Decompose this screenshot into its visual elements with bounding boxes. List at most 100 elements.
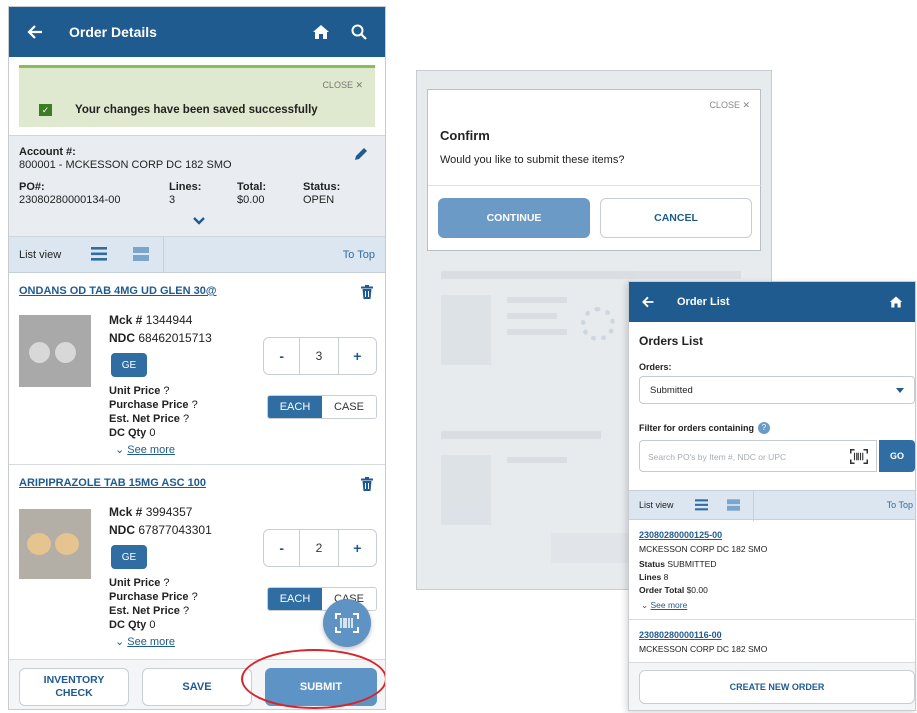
ndc-number: NDC 67877043301 [109, 523, 212, 537]
list-view-bar: List view To Top [629, 490, 915, 521]
lines-label: Lines: [169, 181, 202, 193]
to-top-link[interactable]: To Top [887, 500, 913, 510]
generic-equivalent-button[interactable]: GE [111, 545, 147, 569]
go-button[interactable]: GO [879, 440, 915, 472]
cancel-button[interactable]: CANCEL [600, 198, 752, 238]
home-icon[interactable] [889, 295, 903, 309]
list-view-label: List view [19, 249, 62, 261]
create-order-bar: CREATE NEW ORDER [629, 662, 915, 710]
purchase-price: Purchase Price ? [109, 399, 198, 411]
success-alert: CLOSE ✕ ✓ Your changes have been saved s… [19, 65, 375, 127]
mck-number: Mck # 3994357 [109, 505, 193, 519]
decrement-button[interactable]: - [264, 338, 299, 374]
back-arrow-icon[interactable] [23, 20, 47, 44]
status-value: OPEN [303, 194, 335, 206]
confirm-dialog: CLOSE ✕ Confirm Would you like to submit… [427, 89, 762, 251]
order-list-screen: Order List Orders List Orders: Submitted… [628, 281, 916, 711]
decrement-button[interactable]: - [264, 530, 299, 566]
purchase-price: Purchase Price ? [109, 591, 198, 603]
order-lines: Lines 8 [639, 572, 669, 582]
see-more-link[interactable]: ⌄ See more [115, 635, 175, 648]
account-value: 800001 - MCKESSON CORP DC 182 SMO [19, 159, 232, 171]
total-label: Total: [237, 181, 267, 193]
help-icon[interactable]: ? [758, 422, 771, 434]
mck-number: Mck # 1344944 [109, 313, 193, 327]
order-status: Status SUBMITTED [639, 559, 717, 569]
po-label: PO#: [19, 181, 45, 193]
dc-qty: DC Qty 0 [109, 427, 156, 439]
barcode-icon [335, 613, 359, 633]
edit-pencil-icon[interactable] [353, 146, 369, 162]
quantity-stepper[interactable]: - 2 + [263, 529, 377, 567]
quantity-value[interactable]: 2 [299, 530, 339, 566]
unit-price: Unit Price ? [109, 385, 170, 397]
page-title: Order List [677, 296, 730, 308]
filter-label-row: Filter for orders containing ? [639, 422, 771, 434]
each-toggle[interactable]: EACH [268, 396, 322, 418]
est-net-price: Est. Net Price ? [109, 413, 190, 425]
save-button[interactable]: SAVE [142, 668, 252, 706]
continue-button[interactable]: CONTINUE [438, 198, 590, 238]
order-po-link[interactable]: 23080280000116-00 [639, 630, 722, 640]
ndc-number: NDC 68462015713 [109, 331, 212, 345]
increment-button[interactable]: + [339, 338, 376, 374]
alert-message: Your changes have been saved successfull… [75, 104, 318, 116]
case-toggle[interactable]: CASE [322, 396, 376, 418]
est-net-price: Est. Net Price ? [109, 605, 190, 617]
dialog-close-button[interactable]: CLOSE ✕ [709, 100, 750, 111]
back-arrow-icon[interactable] [641, 295, 655, 309]
barcode-scan-icon[interactable] [850, 449, 868, 464]
unit-price: Unit Price ? [109, 577, 170, 589]
search-icon[interactable] [347, 20, 371, 44]
alert-close-button[interactable]: CLOSE ✕ [322, 80, 363, 91]
dialog-title: Confirm [440, 128, 490, 143]
item-name-link[interactable]: ONDANS OD TAB 4MG UD GLEN 30@ [19, 285, 217, 297]
order-item: ONDANS OD TAB 4MG UD GLEN 30@ Mck # 1344… [9, 275, 385, 465]
dropdown-caret-icon [896, 388, 904, 393]
chevron-down-icon[interactable] [192, 216, 206, 226]
order-account: MCKESSON CORP DC 182 SMO [639, 644, 768, 654]
order-row[interactable]: 23080280000116-00 MCKESSON CORP DC 182 S… [629, 622, 915, 662]
total-value: $0.00 [237, 194, 265, 206]
order-po-link[interactable]: 23080280000125-00 [639, 530, 722, 540]
account-summary: Account #: 800001 - MCKESSON CORP DC 182… [9, 135, 385, 237]
generic-equivalent-button[interactable]: GE [111, 353, 147, 377]
lines-value: 3 [169, 194, 176, 206]
order-list-header: Order List [629, 282, 915, 322]
order-total: Order Total $0.00 [639, 585, 708, 595]
product-image [19, 509, 91, 579]
item-name-link[interactable]: ARIPIPRAZOLE TAB 15MG ASC 100 [19, 477, 206, 489]
see-more-link[interactable]: ⌄ See more [641, 600, 687, 611]
list-view-icon[interactable] [91, 247, 107, 261]
dc-qty: DC Qty 0 [109, 619, 156, 631]
trash-icon[interactable] [361, 285, 373, 299]
increment-button[interactable]: + [339, 530, 376, 566]
home-icon[interactable] [309, 20, 333, 44]
orders-status-select[interactable]: Submitted [639, 376, 915, 404]
list-view-label: List view [639, 500, 674, 510]
trash-icon[interactable] [361, 477, 373, 491]
barcode-scan-fab[interactable] [323, 599, 371, 647]
orders-select-label: Orders: [639, 362, 672, 372]
status-label: Status: [303, 181, 341, 193]
each-toggle[interactable]: EACH [268, 588, 322, 610]
search-placeholder: Search PO's by Item #, NDC or UPC [648, 452, 787, 462]
orders-status-value: Submitted [650, 385, 693, 396]
grid-view-icon[interactable] [727, 499, 740, 511]
see-more-link[interactable]: ⌄ See more [115, 443, 175, 456]
create-new-order-button[interactable]: CREATE NEW ORDER [639, 670, 915, 704]
quantity-value[interactable]: 3 [299, 338, 339, 374]
grid-view-icon[interactable] [133, 247, 149, 261]
to-top-link[interactable]: To Top [343, 249, 375, 261]
list-view-icon[interactable] [695, 499, 708, 511]
order-details-header: Order Details [9, 7, 385, 57]
order-search-input[interactable]: Search PO's by Item #, NDC or UPC [639, 440, 877, 472]
inventory-check-button[interactable]: INVENTORY CHECK [19, 668, 129, 706]
order-row[interactable]: 23080280000125-00 MCKESSON CORP DC 182 S… [629, 522, 915, 620]
po-value: 23080280000134-00 [19, 194, 121, 206]
order-details-screen: Order Details CLOSE ✕ ✓ Your changes hav… [8, 6, 386, 710]
success-check-icon: ✓ [39, 104, 52, 116]
list-view-bar: List view To Top [9, 237, 385, 273]
quantity-stepper[interactable]: - 3 + [263, 337, 377, 375]
account-label: Account #: [19, 146, 76, 158]
